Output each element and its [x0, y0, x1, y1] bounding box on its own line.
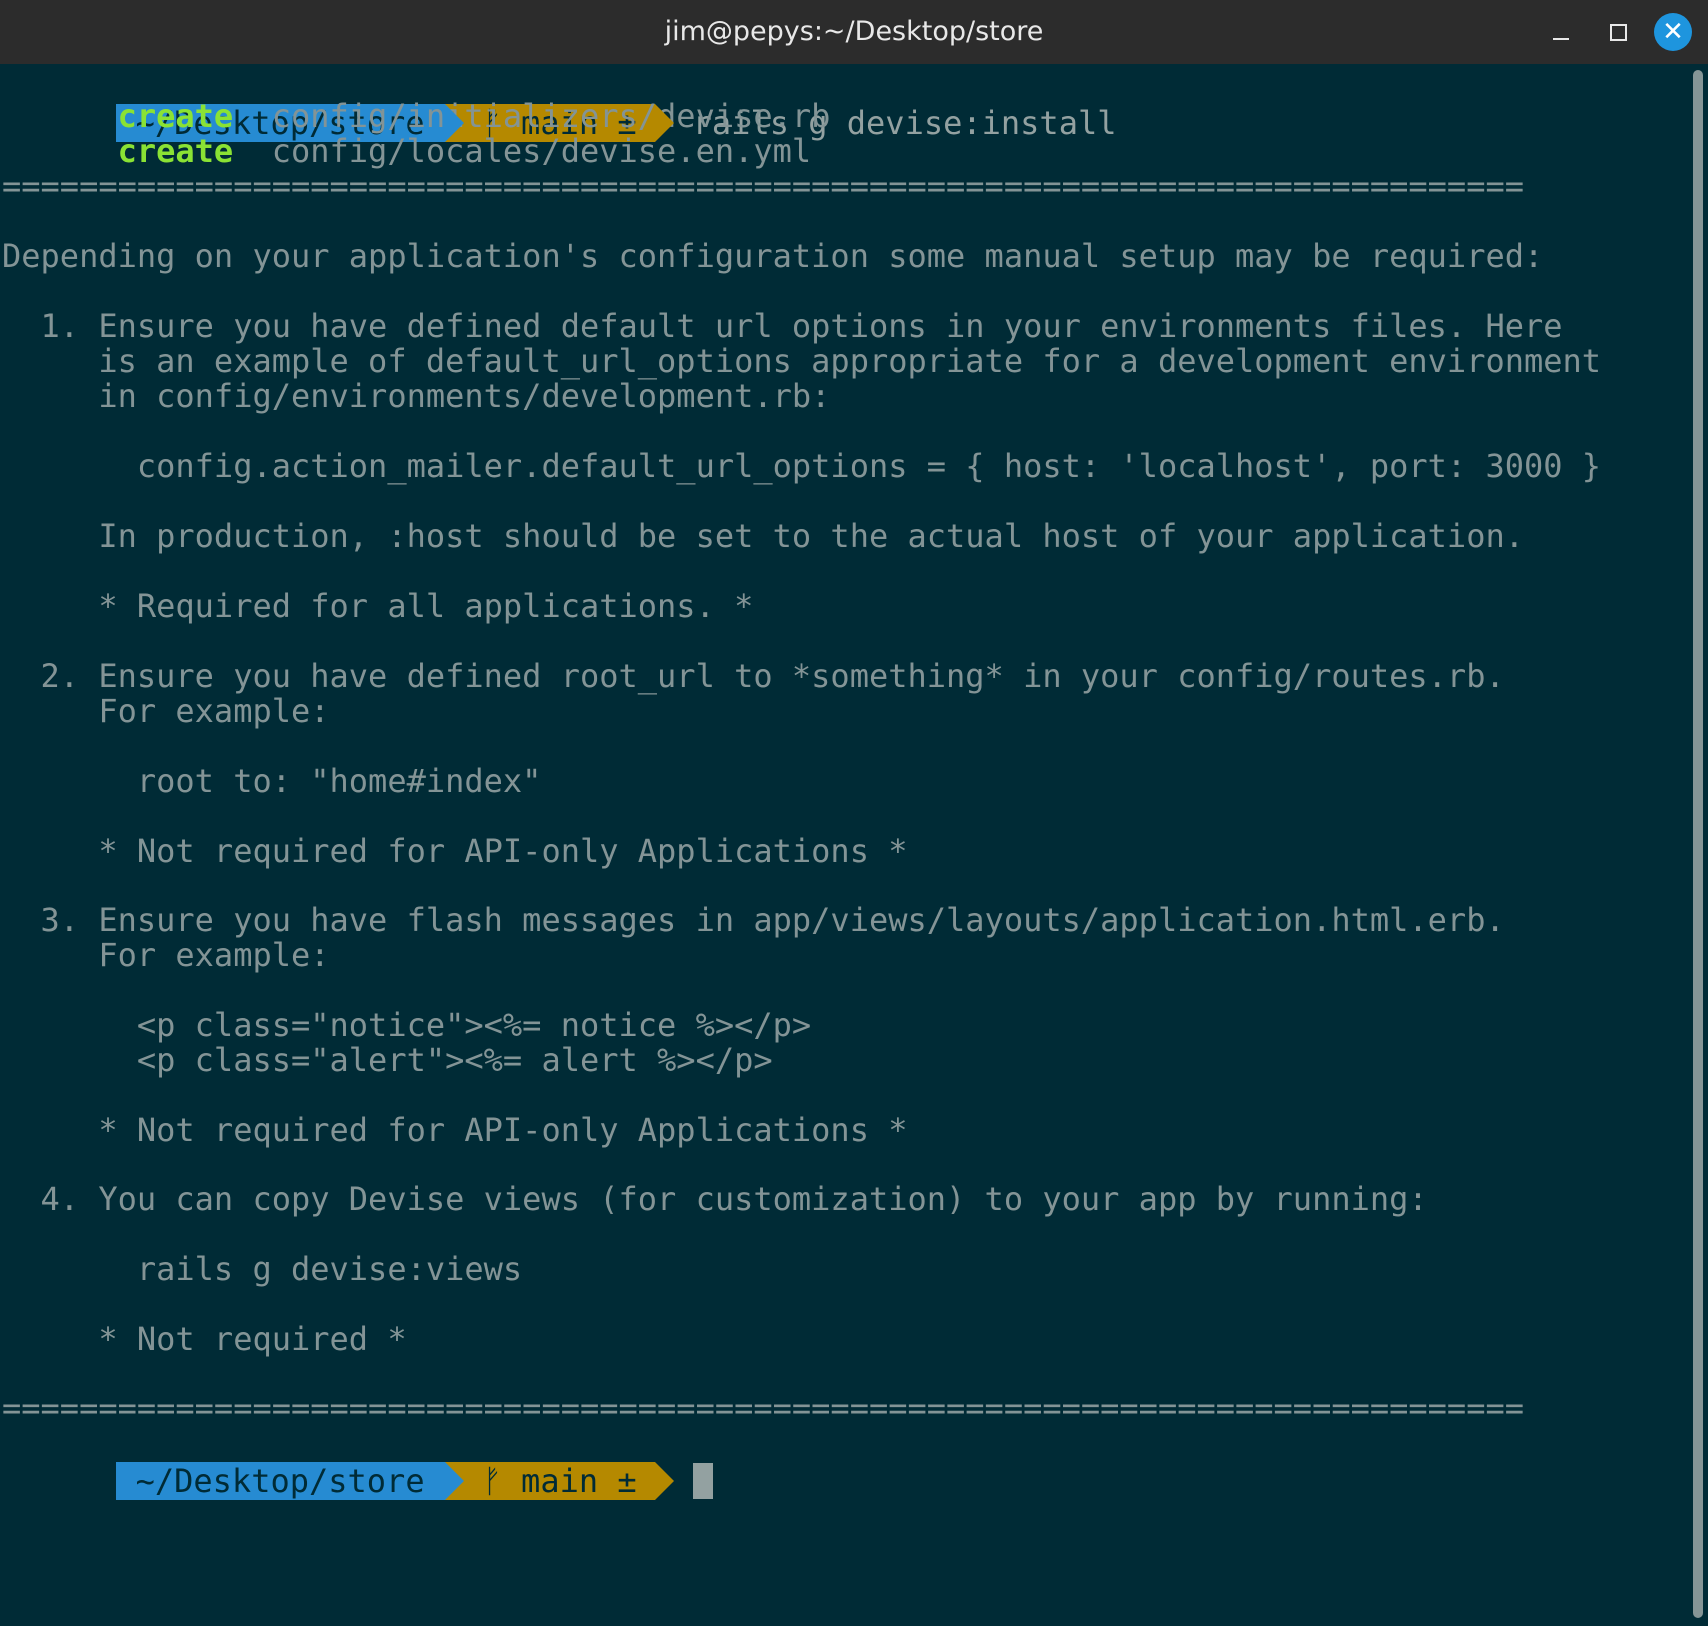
output-line: <p class="alert"><%= alert %></p>: [2, 1041, 773, 1079]
output-line: 4. You can copy Devise views (for custom…: [2, 1180, 1428, 1218]
terminal-window: jim@pepys:~/Desktop/store ✕ ~/Desktop/st…: [0, 0, 1708, 1626]
create-label: create: [117, 132, 234, 170]
git-branch-icon: ᚠ: [482, 1462, 502, 1500]
separator-rule: ========================================…: [2, 1389, 1524, 1427]
output-line: 3. Ensure you have flash messages in app…: [2, 901, 1505, 939]
prompt-dir-segment: ~/Desktop/store: [115, 1462, 464, 1500]
output-line: * Required for all applications. *: [2, 587, 754, 625]
output-line: * Not required for API-only Applications…: [2, 1111, 908, 1149]
maximize-icon: [1610, 24, 1627, 41]
output-line: is an example of default_url_options app…: [2, 342, 1602, 380]
create-label: create: [117, 97, 234, 135]
scrollbar-thumb[interactable]: [1693, 70, 1703, 1618]
output-line: For example:: [2, 692, 330, 730]
prompt-line: ~/Desktop/store ᚠ main ±: [0, 1424, 713, 1500]
output-line: In production, :host should be set to th…: [2, 517, 1524, 555]
prompt-dir: ~/Desktop/store: [135, 1462, 425, 1500]
output-line: rails g devise:views: [2, 1250, 523, 1288]
output-line: in config/environments/development.rb:: [2, 377, 831, 415]
separator-rule: ========================================…: [2, 167, 1524, 205]
output-line: create config/initializers/devise.rb: [2, 97, 831, 135]
text-cursor: [692, 1463, 713, 1499]
prompt-git-segment: ᚠ main ±: [444, 1462, 674, 1500]
output-line: 2. Ensure you have defined root_url to *…: [2, 657, 1505, 695]
prompt-branch: main ±: [521, 1462, 637, 1500]
title-bar[interactable]: jim@pepys:~/Desktop/store ✕: [0, 0, 1708, 65]
output-line: * Not required *: [2, 1320, 407, 1358]
output-line: * Not required for API-only Applications…: [2, 832, 908, 870]
close-button[interactable]: ✕: [1654, 13, 1692, 51]
output-line: root to: "home#index": [2, 762, 542, 800]
minimize-icon: [1553, 38, 1569, 40]
window-title: jim@pepys:~/Desktop/store: [664, 16, 1044, 47]
close-icon: ✕: [1662, 17, 1684, 47]
minimize-button[interactable]: [1544, 14, 1580, 50]
created-file: config/locales/devise.en.yml: [271, 132, 812, 170]
output-line: create config/locales/devise.en.yml: [2, 132, 812, 170]
maximize-button[interactable]: [1600, 14, 1636, 50]
terminal-content[interactable]: ~/Desktop/store ᚠ main ± rails g devise:in…: [0, 64, 1688, 1626]
output-line: <p class="notice"><%= notice %></p>: [2, 1006, 812, 1044]
created-file: config/initializers/devise.rb: [271, 97, 831, 135]
scrollbar[interactable]: [1688, 64, 1708, 1626]
output-line: 1. Ensure you have defined default url o…: [2, 307, 1563, 345]
output-line: Depending on your application's configur…: [2, 237, 1544, 275]
output-line: For example:: [2, 936, 330, 974]
output-line: config.action_mailer.default_url_options…: [2, 447, 1602, 485]
